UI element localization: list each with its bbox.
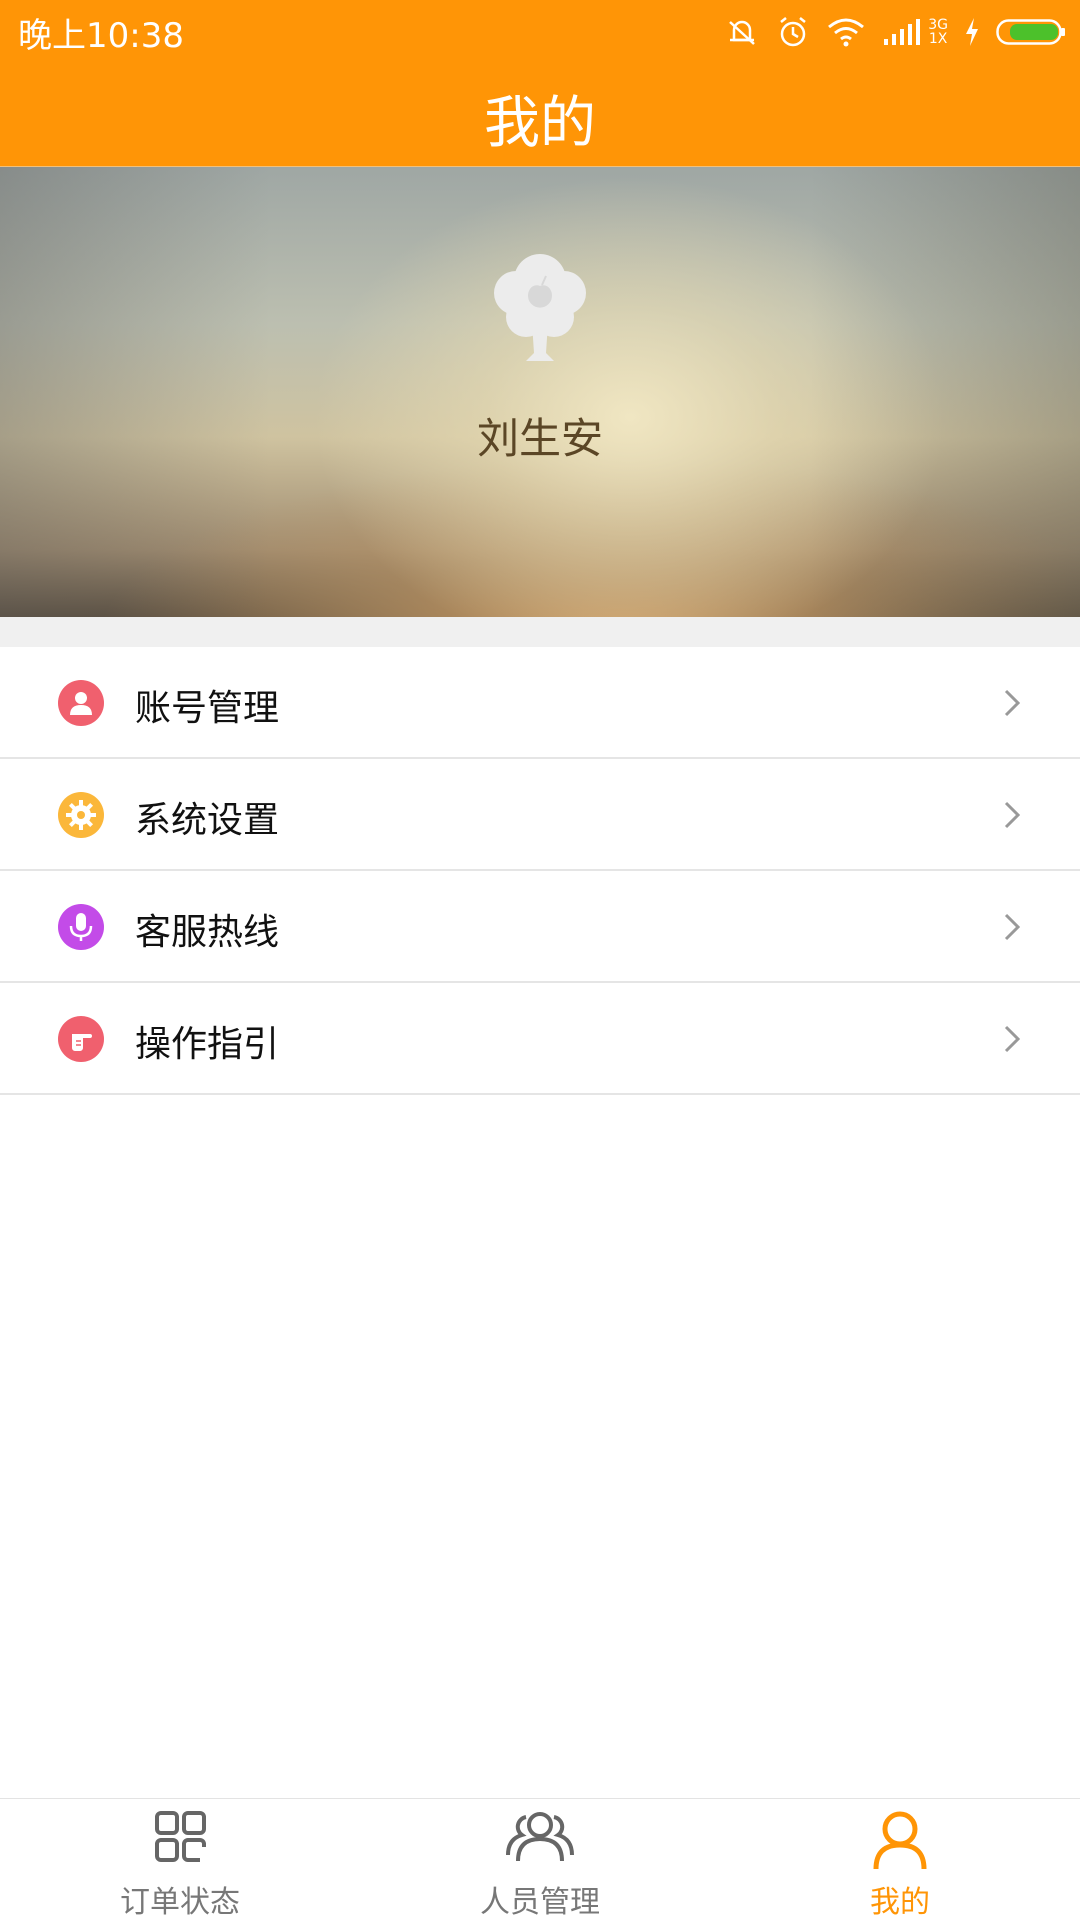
menu-item-hotline[interactable]: 客服热线 [0,871,1080,983]
microphone-icon [58,904,104,950]
menu-item-label: 操作指引 [135,1024,280,1065]
person-icon [873,1811,927,1870]
network-type-bottom: 1X [928,31,948,47]
user-name: 刘生安 [476,414,603,463]
tab-label: 人员管理 [480,1885,600,1920]
menu-item-settings[interactable]: 系统设置 [0,759,1080,871]
network-type-top: 3G [928,17,948,33]
settings-menu: 账号管理 系统设置 客服热线 操作指引 [0,647,1080,1095]
network-type: 3G 1X [928,18,948,46]
chevron-right-icon [1004,801,1021,829]
user-icon [58,680,104,726]
status-icons: 3G 1X [724,10,1066,54]
chevron-right-icon [1004,1025,1021,1053]
tab-label: 订单状态 [120,1885,240,1920]
bottom-nav: 订单状态 人员管理 我的 [0,1798,1080,1920]
app-header: 我的 [0,62,1080,167]
tree-avatar-icon[interactable] [470,235,610,375]
page-title: 我的 [484,91,596,156]
mute-icon [729,20,756,45]
menu-item-account[interactable]: 账号管理 [0,647,1080,759]
wifi-icon [828,18,865,47]
tab-label: 我的 [870,1885,930,1920]
chevron-right-icon [1004,913,1021,941]
alarm-icon [780,17,807,47]
tab-order-status[interactable]: 订单状态 [0,1799,360,1920]
grid-icon [155,1811,206,1862]
status-time: 晚上10:38 [18,16,184,56]
tab-staff-management[interactable]: 人员管理 [360,1799,720,1920]
menu-item-label: 系统设置 [135,800,280,841]
tab-mine[interactable]: 我的 [720,1799,1080,1920]
gear-icon [58,792,104,838]
pointing-hand-icon [58,1016,104,1062]
profile-banner: 刘生安 [0,167,1080,617]
people-icon [506,1812,574,1862]
section-divider [0,617,1080,647]
chevron-right-icon [1004,689,1021,717]
menu-item-guide[interactable]: 操作指引 [0,983,1080,1095]
menu-item-label: 账号管理 [135,688,280,729]
battery-icon [996,19,1065,45]
status-bar: 晚上10:38 3G 1X [0,0,1080,62]
charging-icon [966,18,978,46]
menu-item-label: 客服热线 [135,912,280,953]
signal-icon [884,19,921,45]
